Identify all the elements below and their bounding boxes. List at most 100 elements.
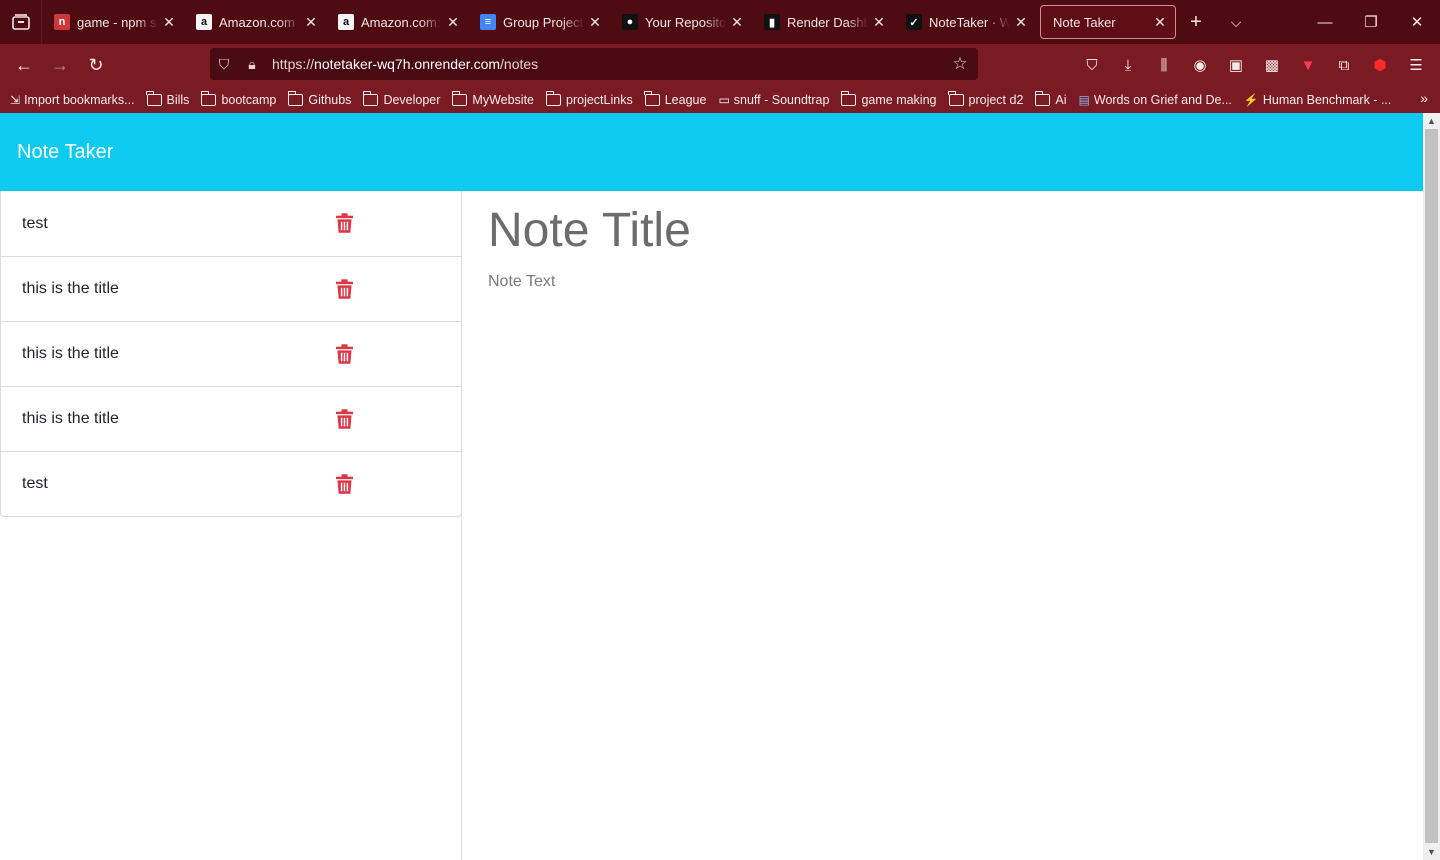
close-icon[interactable]: ✕ [730,14,744,31]
bookmark-item[interactable]: ⇲ Import bookmarks... [10,93,135,107]
list-all-tabs-button[interactable]: ⌵ [1216,0,1256,44]
bookmark-item[interactable]: projectLinks [545,90,633,107]
lock-icon[interactable]: 🔒︎ [238,48,266,80]
tab-title: Group Project 2 [503,14,584,30]
navigation-toolbar: ← → ↻ ⛉ 🔒︎ https://notetaker-wq7h.onrend… [0,44,1440,86]
back-button[interactable]: ← [6,47,42,83]
note-list-item[interactable]: test [1,451,461,516]
note-list-item[interactable]: this is the title [1,386,461,451]
address-bar[interactable]: ⛉ 🔒︎ https://notetaker-wq7h.onrender.com… [210,48,978,80]
tab[interactable]: ▮ Render Dashboard✕ [752,0,894,44]
restore-icon: ❐ [1364,14,1378,31]
close-icon: ✕ [1410,14,1424,31]
minimize-button[interactable]: — [1302,0,1348,44]
pocket-icon[interactable]: ⛉ [1074,57,1110,74]
bookmark-label: snuff - Soundtrap [733,92,830,107]
close-icon[interactable]: ✕ [304,14,318,31]
note-list-title[interactable]: this is the title [22,280,119,298]
url-host: notetaker-wq7h.onrender.com [314,56,501,72]
account-icon[interactable]: ◉ [1182,56,1218,74]
trash-icon[interactable] [336,213,353,233]
chevron-double-right-icon[interactable]: » [1420,90,1428,106]
puzzle-icon[interactable]: ⧉ [1326,57,1362,74]
note-list-item[interactable]: test [1,191,461,256]
docs-icon: ▤ [1078,92,1090,107]
folder-icon [451,90,468,106]
tab-overview-button[interactable] [0,0,42,44]
scrollbar-thumb[interactable] [1425,129,1438,843]
trash-icon[interactable] [336,344,353,364]
bookmark-label: bootcamp [221,92,277,107]
note-list-item[interactable]: this is the title [1,321,461,386]
restore-button[interactable]: ❐ [1348,0,1394,44]
note-list-title[interactable]: test [22,475,48,493]
new-tab-button[interactable]: + [1176,0,1216,44]
bookmark-item[interactable]: Ai [1034,90,1067,107]
note-list-item[interactable]: this is the title [1,256,461,321]
extension-b-icon[interactable]: ▩ [1254,56,1290,74]
tab[interactable]: ✓ NoteTaker · Web✕ [894,0,1036,44]
app-title[interactable]: Note Taker [17,141,113,164]
note-list-title[interactable]: test [22,215,48,233]
tab[interactable]: a Amazon.com: Women✕ [326,0,468,44]
url-text[interactable]: https://notetaker-wq7h.onrender.com/note… [272,56,946,72]
library-icon[interactable]: ⫼ [1146,57,1182,74]
ublock-icon[interactable]: ⬢ [1362,56,1398,74]
reload-button[interactable]: ↻ [78,47,114,83]
favicon-icon: n [54,14,70,30]
close-icon[interactable]: ✕ [1014,14,1028,31]
trash-icon[interactable] [336,474,353,494]
trash-icon[interactable] [336,279,353,299]
note-list-title[interactable]: this is the title [22,345,119,363]
tab[interactable]: n game - npm search✕ [42,0,184,44]
tab[interactable]: a Amazon.com : ladies✕ [184,0,326,44]
extension-c-icon[interactable]: ▼ [1290,57,1326,74]
bookmark-item[interactable]: project d2 [948,90,1023,107]
folder-icon [948,90,964,106]
close-icon[interactable]: ✕ [588,14,602,31]
bookmark-item[interactable]: League [644,90,706,107]
note-editor [488,191,1418,860]
url-scheme: https:// [272,56,315,72]
download-icon[interactable]: ⤓ [1110,57,1146,74]
scroll-up-icon[interactable]: ▲ [1423,113,1440,129]
bookmark-label: Import bookmarks... [24,92,135,107]
note-title-input[interactable] [488,203,1388,258]
bookmark-item[interactable]: ▤ Words on Grief and De... [1079,93,1232,107]
note-text-input[interactable] [488,273,1388,773]
tab[interactable]: ≡ Group Project 2✕ [468,0,610,44]
page-scrollbar[interactable]: ▲ ▼ [1423,113,1440,860]
close-icon[interactable]: ✕ [1153,14,1167,31]
forward-button[interactable]: → [42,47,78,83]
folder-icon [644,90,660,106]
close-icon[interactable]: ✕ [162,14,176,31]
app-navbar: Note Taker [0,113,1423,191]
bookmark-item[interactable]: Githubs [287,90,351,107]
bookmark-item[interactable]: bootcamp [200,90,277,107]
bookmark-label: projectLinks [566,92,633,107]
folder-icon [146,90,162,106]
bookmarks-toolbar: ⇲ Import bookmarks... Bills bootcamp Githubs… [0,86,1440,113]
star-icon[interactable]: ☆ [946,48,974,80]
tab[interactable]: ● Your Repositories✕ [610,0,752,44]
bookmark-item[interactable]: MyWebsite [451,90,534,107]
shield-icon[interactable]: ⛉ [210,48,238,80]
bookmark-item[interactable]: Developer [362,90,440,107]
close-icon[interactable]: ✕ [446,14,460,31]
close-window-button[interactable]: ✕ [1394,0,1440,44]
bookmark-item[interactable]: game making [840,90,937,107]
url-path: /notes [500,56,539,72]
bookmark-item[interactable]: ⚡ Human Benchmark - ... [1244,93,1391,107]
bolt-icon: ⚡ [1243,92,1259,107]
trash-icon[interactable] [336,409,353,429]
bookmark-item[interactable]: Bills [146,90,189,107]
tab-note-taker[interactable]: Note Taker ✕ [1040,5,1176,39]
note-list-title[interactable]: this is the title [22,410,119,428]
close-icon[interactable]: ✕ [872,14,886,31]
bookmark-label: game making [861,92,937,107]
extension-a-icon[interactable]: ▣ [1218,56,1254,74]
bookmark-item[interactable]: ▭ snuff - Soundtrap [718,93,829,107]
menu-icon[interactable]: ☰ [1398,56,1434,74]
folder-icon [1034,90,1051,106]
scroll-down-icon[interactable]: ▼ [1423,844,1440,860]
